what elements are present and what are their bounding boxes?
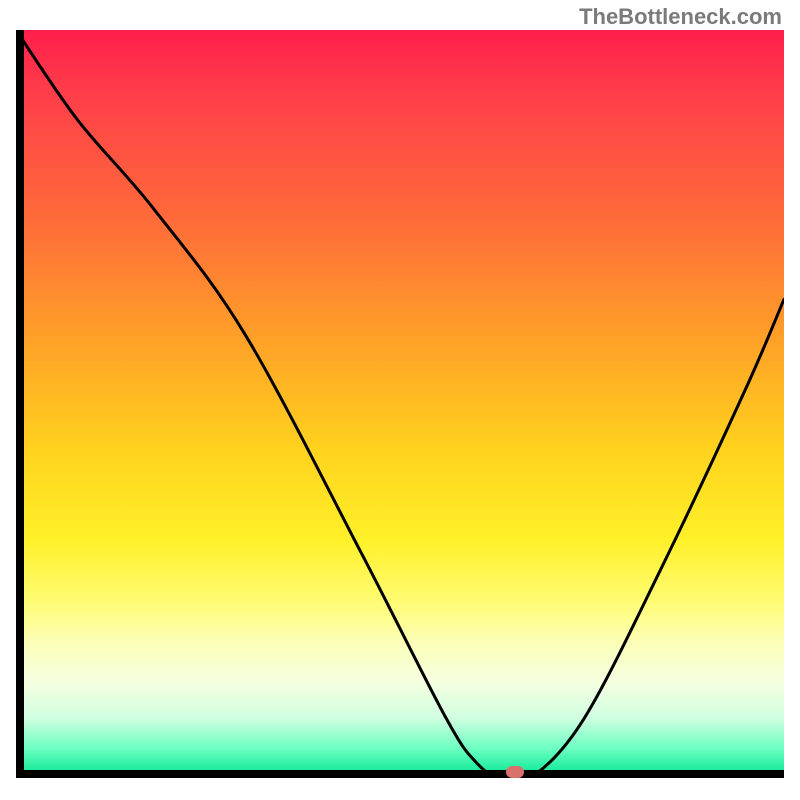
bottleneck-curve bbox=[16, 30, 784, 778]
chart-container bbox=[16, 30, 784, 788]
optimum-marker bbox=[506, 766, 524, 778]
watermark-text: TheBottleneck.com bbox=[579, 4, 782, 30]
